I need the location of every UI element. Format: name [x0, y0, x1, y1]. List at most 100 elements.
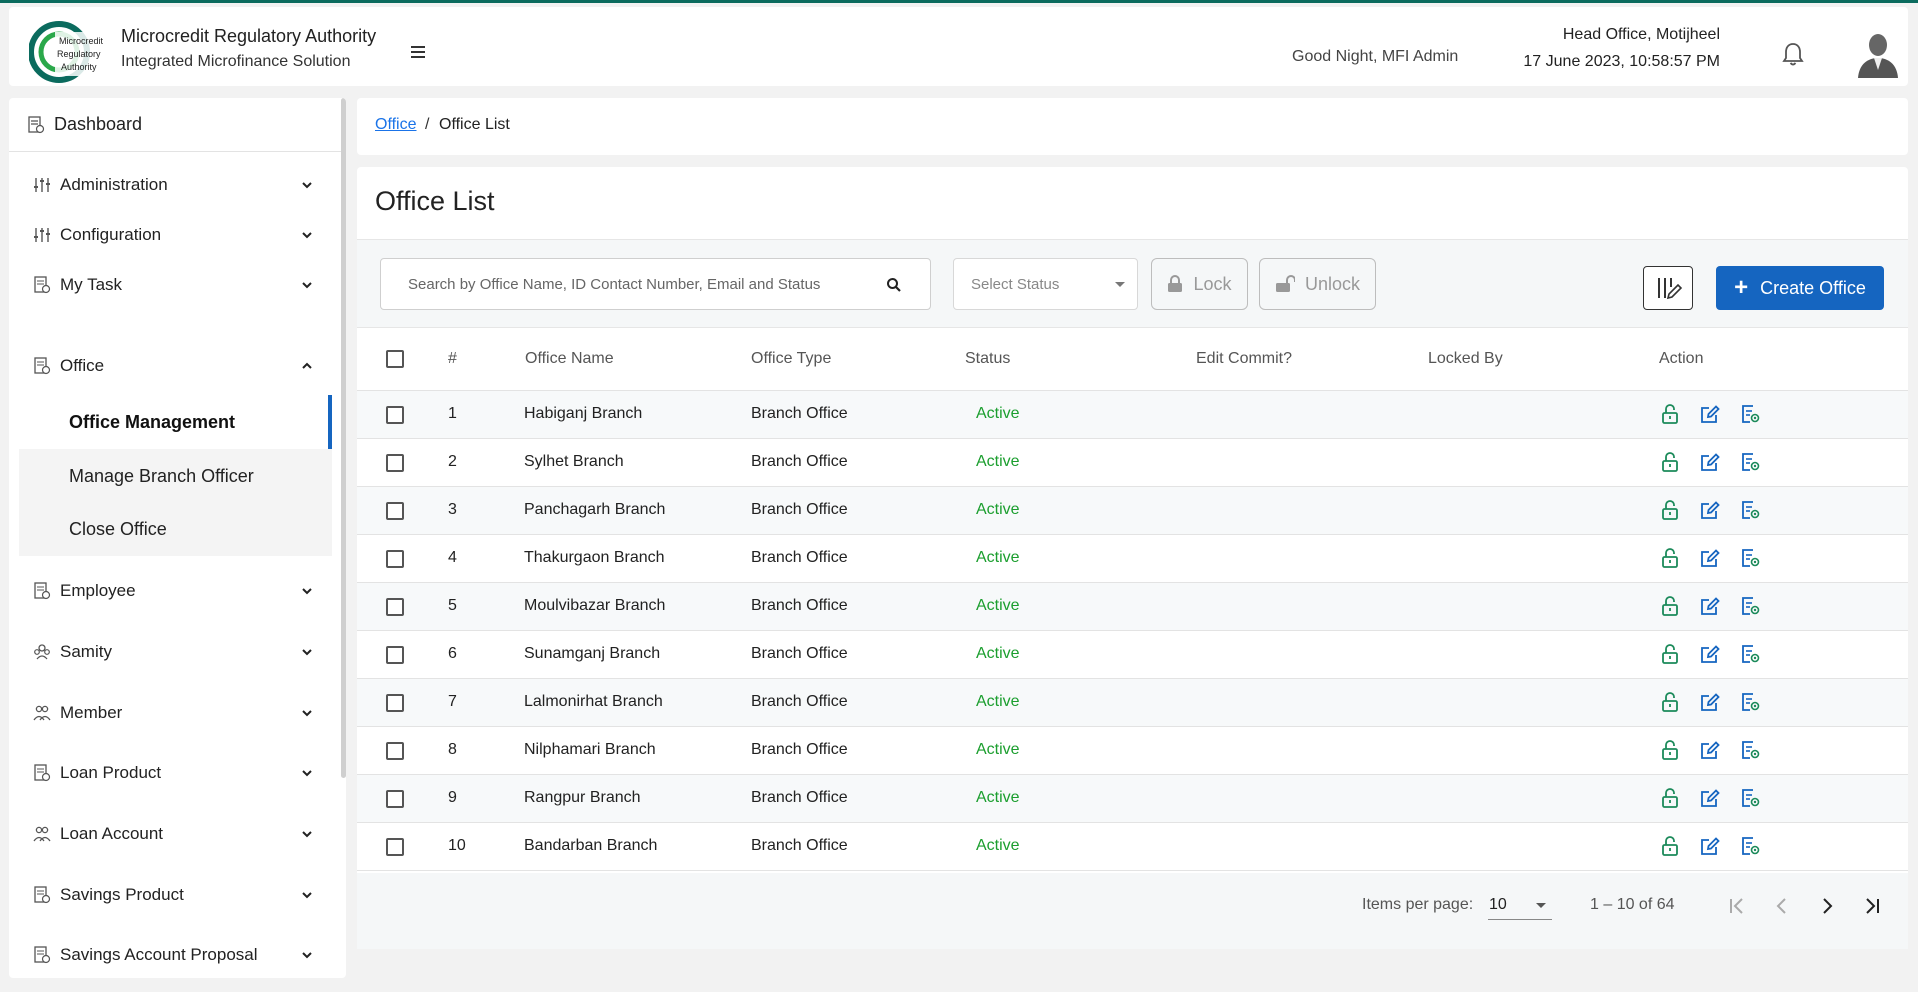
sidebar-item-label: Loan Product [60, 763, 162, 782]
row-checkbox[interactable] [386, 742, 404, 760]
edit-icon[interactable] [1699, 499, 1721, 521]
unlock-icon[interactable] [1659, 547, 1681, 569]
sidebar-item-label: Loan Account [60, 824, 164, 843]
sidebar-item-member[interactable]: Member [9, 688, 341, 738]
row-checkbox[interactable] [386, 406, 404, 424]
edit-icon[interactable] [1699, 451, 1721, 473]
edit-icon[interactable] [1699, 547, 1721, 569]
edit-icon[interactable] [1699, 643, 1721, 665]
edit-icon[interactable] [1699, 691, 1721, 713]
unlock-icon[interactable] [1659, 691, 1681, 713]
row-checkbox[interactable] [386, 646, 404, 664]
row-checkbox[interactable] [386, 838, 404, 856]
caret-down-icon [1115, 282, 1125, 287]
search-icon[interactable] [886, 277, 902, 293]
table-row[interactable]: 8 Nilphamari Branch Branch Office Active [357, 727, 1908, 775]
view-details-icon[interactable] [1739, 403, 1761, 425]
unlock-icon[interactable] [1659, 835, 1681, 857]
table-row[interactable]: 4 Thakurgaon Branch Branch Office Active [357, 535, 1908, 583]
column-header-locked-by[interactable]: Locked By [1428, 350, 1503, 368]
table-row[interactable]: 9 Rangpur Branch Branch Office Active [357, 775, 1908, 823]
view-details-icon[interactable] [1739, 835, 1761, 857]
view-details-icon[interactable] [1739, 643, 1761, 665]
row-checkbox[interactable] [386, 454, 404, 472]
view-details-icon[interactable] [1739, 691, 1761, 713]
sidebar-item-dashboard[interactable]: Dashboard [9, 98, 341, 152]
row-checkbox[interactable] [386, 790, 404, 808]
view-details-icon[interactable] [1739, 739, 1761, 761]
unlock-icon[interactable] [1659, 451, 1681, 473]
table-row[interactable]: 3 Panchagarh Branch Branch Office Active [357, 487, 1908, 535]
create-office-button[interactable]: + Create Office [1716, 266, 1884, 310]
row-checkbox[interactable] [386, 694, 404, 712]
select-all-checkbox[interactable] [386, 350, 404, 368]
avatar[interactable] [1856, 30, 1900, 78]
edit-icon[interactable] [1699, 403, 1721, 425]
edit-icon[interactable] [1699, 787, 1721, 809]
table-row[interactable]: 10 Bandarban Branch Branch Office Active [357, 823, 1908, 871]
row-checkbox[interactable] [386, 598, 404, 616]
row-checkbox[interactable] [386, 502, 404, 520]
edit-icon[interactable] [1699, 835, 1721, 857]
submenu-manage-branch-officer[interactable]: Manage Branch Officer [19, 449, 332, 503]
submenu-office-management[interactable]: Office Management [19, 395, 332, 449]
submenu-close-office[interactable]: Close Office [19, 502, 332, 556]
unlock-button[interactable]: Unlock [1259, 258, 1376, 310]
logo-text-2: Regulatory [57, 49, 101, 59]
unlock-icon[interactable] [1659, 643, 1681, 665]
unlock-icon[interactable] [1659, 595, 1681, 617]
next-page-icon[interactable] [1814, 893, 1840, 919]
column-header-status[interactable]: Status [965, 350, 1010, 368]
unlock-icon[interactable] [1659, 403, 1681, 425]
document-icon [33, 276, 51, 294]
table-row[interactable]: 7 Lalmonirhat Branch Branch Office Active [357, 679, 1908, 727]
previous-page-icon[interactable] [1769, 893, 1795, 919]
unlock-icon[interactable] [1659, 499, 1681, 521]
table-row[interactable]: 2 Sylhet Branch Branch Office Active [357, 439, 1908, 487]
unlock-icon[interactable] [1659, 787, 1681, 809]
view-details-icon[interactable] [1739, 547, 1761, 569]
breadcrumb-office-link[interactable]: Office [375, 116, 417, 134]
cell-office-type: Branch Office [751, 789, 848, 806]
column-header-office-type[interactable]: Office Type [751, 350, 831, 368]
column-header-edit-commit[interactable]: Edit Commit? [1196, 350, 1292, 368]
unlock-button-label: Unlock [1304, 273, 1361, 294]
view-details-icon[interactable] [1739, 787, 1761, 809]
unlock-icon[interactable] [1659, 739, 1681, 761]
column-header-office-name[interactable]: Office Name [525, 350, 614, 368]
first-page-icon[interactable] [1724, 893, 1750, 919]
row-checkbox[interactable] [386, 550, 404, 568]
chevron-down-icon [302, 952, 312, 959]
table-row[interactable]: 6 Sunamganj Branch Branch Office Active [357, 631, 1908, 679]
view-details-icon[interactable] [1739, 499, 1761, 521]
cell-office-name: Rangpur Branch [524, 789, 641, 806]
view-details-icon[interactable] [1739, 451, 1761, 473]
group-icon [33, 643, 51, 661]
lock-button[interactable]: Lock [1151, 258, 1248, 310]
sidebar-item-loan-account[interactable]: Loan Account [9, 809, 341, 859]
logo-text-3: Authority [61, 62, 97, 72]
column-edit-button[interactable] [1643, 266, 1693, 310]
sidebar-item-savings-product[interactable]: Savings Product [9, 870, 341, 920]
sidebar-item-samity[interactable]: Samity [9, 627, 341, 677]
hamburger-menu-icon[interactable] [409, 45, 429, 61]
sidebar-item-employee[interactable]: Employee [9, 566, 341, 616]
table-row[interactable]: 5 Moulvibazar Branch Branch Office Active [357, 583, 1908, 631]
last-page-icon[interactable] [1859, 893, 1885, 919]
view-details-icon[interactable] [1739, 595, 1761, 617]
sidebar-item-my-task[interactable]: My Task [9, 260, 341, 310]
sidebar-item-loan-product[interactable]: Loan Product [9, 748, 341, 798]
items-per-page-select[interactable]: 10 [1488, 890, 1552, 920]
edit-icon[interactable] [1699, 739, 1721, 761]
sidebar-item-configuration[interactable]: Configuration [9, 210, 341, 260]
bell-icon[interactable] [1781, 41, 1805, 67]
status-select[interactable]: Select Status [953, 258, 1138, 310]
sidebar-item-office[interactable]: Office [9, 341, 341, 391]
search-input[interactable] [382, 260, 862, 308]
edit-icon[interactable] [1699, 595, 1721, 617]
table-row[interactable]: 1 Habiganj Branch Branch Office Active [357, 391, 1908, 439]
sidebar-scrollbar[interactable] [341, 98, 346, 778]
current-datetime: 17 June 2023, 10:58:57 PM [1523, 53, 1720, 70]
sidebar-item-savings-account-proposal[interactable]: Savings Account Proposal [9, 930, 341, 978]
sidebar-item-administration[interactable]: Administration [9, 160, 341, 210]
